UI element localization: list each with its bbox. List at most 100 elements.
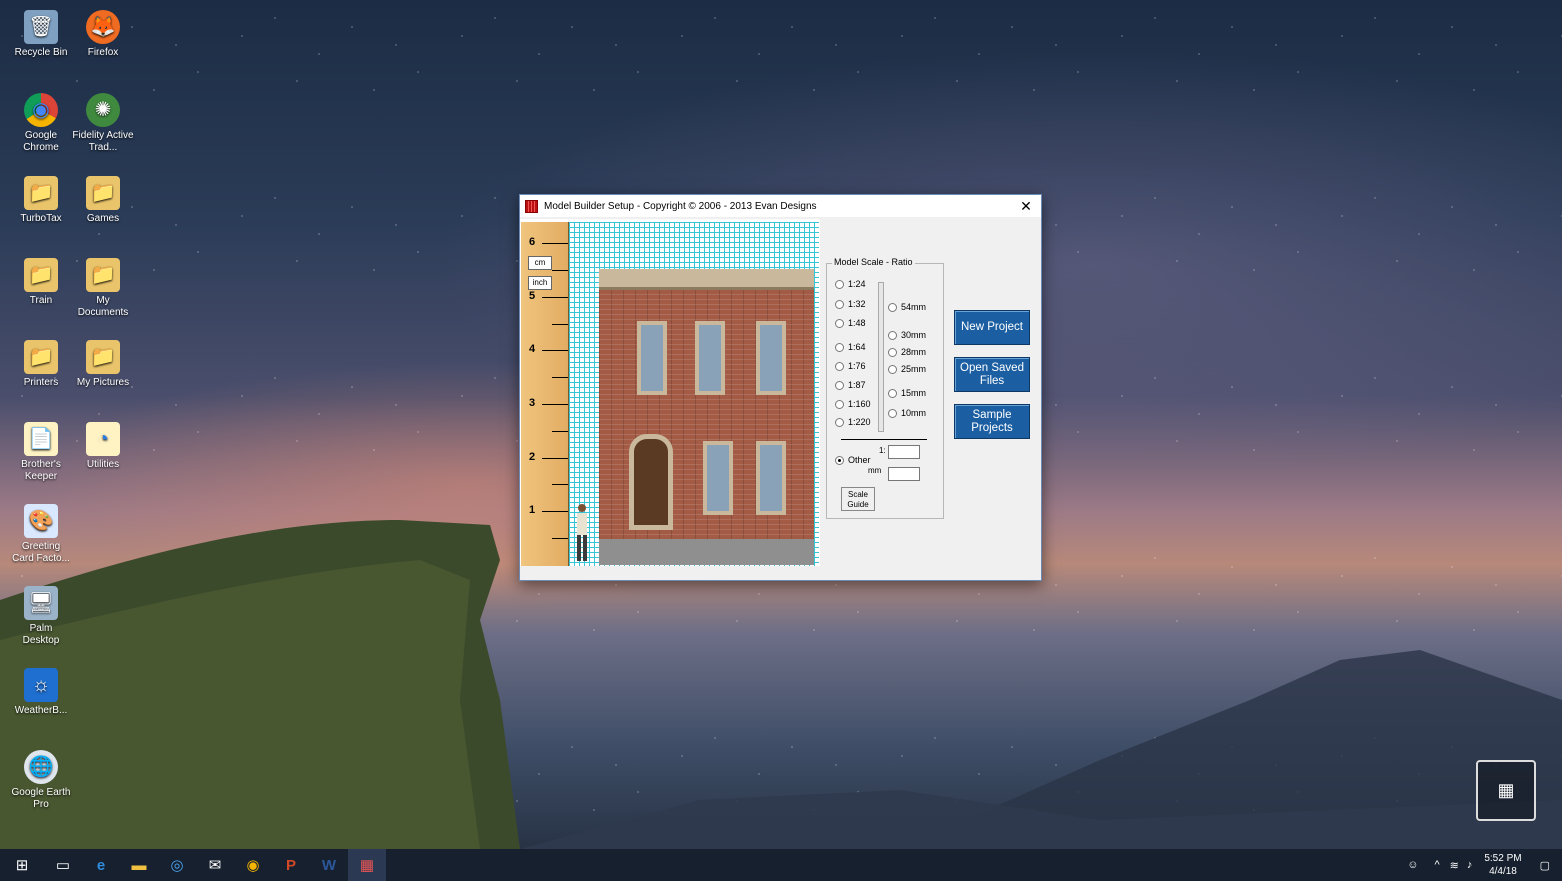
radio-dot-icon <box>835 380 844 390</box>
desktop-icon-label: Brother's Keeper <box>21 459 61 482</box>
document-icon: 📄 <box>24 422 58 456</box>
firefox-icon: 🦊 <box>86 10 120 44</box>
desktop-icon-recycle-bin[interactable]: 🗑 Recycle Bin <box>10 10 72 59</box>
radio-dot-icon <box>888 364 897 374</box>
desktop-icon-label: Recycle Bin <box>14 47 68 58</box>
word-icon[interactable]: W <box>310 849 348 881</box>
people-icon[interactable]: ☺ <box>1407 859 1418 871</box>
system-tray: ☺ ^ ≋ ♪ 5:52 PM 4/4/18 ▢ <box>1397 849 1562 881</box>
scale-guide-button[interactable]: Scale Guide <box>841 487 875 511</box>
tablet-keyboard-icon[interactable]: ▦ <box>1476 760 1536 821</box>
desktop-icon-my-pictures[interactable]: 📁 My Pictures <box>72 340 134 389</box>
desktop-icon-palm-desktop[interactable]: 🖥 Palm Desktop <box>10 586 72 647</box>
scale-radio-54mm[interactable]: 54mm <box>888 302 926 312</box>
desktop-icon-label: My Pictures <box>76 377 130 388</box>
building-preview-image <box>599 269 814 565</box>
scale-separator <box>841 439 927 440</box>
close-icon[interactable]: ✕ <box>1011 198 1041 215</box>
new-project-button[interactable]: New Project <box>954 310 1030 345</box>
model-scale-group: Model Scale - Ratio 1:24 1:32 1:48 1:64 … <box>826 257 944 519</box>
building-window <box>637 321 667 395</box>
desktop-icon-firefox[interactable]: 🦊 Firefox <box>72 10 134 59</box>
radio-label: 15mm <box>901 388 927 398</box>
desktop-icon-label: TurboTax <box>20 213 62 224</box>
desktop-icon-printers[interactable]: 📁 Printers <box>10 340 72 389</box>
scale-radio-1-32[interactable]: 1:32 <box>835 299 866 309</box>
scale-radio-1-220[interactable]: 1:220 <box>835 417 871 427</box>
edge-icon[interactable]: e <box>82 849 120 881</box>
unit-cm-button[interactable]: cm <box>528 256 552 270</box>
scale-radio-15mm[interactable]: 15mm <box>888 388 926 398</box>
desktop-icon-label: Greeting Card Facto... <box>12 541 70 564</box>
mail-icon[interactable]: ✉ <box>196 849 234 881</box>
app-icon <box>525 199 538 213</box>
clock[interactable]: 5:52 PM 4/4/18 <box>1484 852 1521 878</box>
scale-radio-25mm[interactable]: 25mm <box>888 364 926 374</box>
desktop-icon-label: Utilities <box>86 459 120 470</box>
scale-radio-28mm[interactable]: 28mm <box>888 347 926 357</box>
ruler-tick <box>552 484 568 485</box>
window-titlebar[interactable]: Model Builder Setup - Copyright © 2006 -… <box>520 195 1041 217</box>
desktop-icon-label: My Documents <box>77 295 129 318</box>
desktop-icon-games[interactable]: 📁 Games <box>72 176 134 225</box>
chevron-up-icon[interactable]: ^ <box>1434 859 1439 871</box>
desktop-icon-greeting-card[interactable]: 🎨 Greeting Card Facto... <box>10 504 72 565</box>
ratio-prefix-label: 1: <box>879 446 886 455</box>
ruler-tick <box>542 458 568 459</box>
scale-radio-1-64[interactable]: 1:64 <box>835 342 866 352</box>
model-builder-taskbar-icon[interactable]: ▦ <box>348 849 386 881</box>
safari-icon[interactable]: ◎ <box>158 849 196 881</box>
desktop-icon-train[interactable]: 📁 Train <box>10 258 72 307</box>
chrome-icon[interactable]: ◉ <box>234 849 272 881</box>
desktop-icon-google-chrome[interactable]: ◉ Google Chrome <box>10 93 72 154</box>
ruler-number: 5 <box>529 290 536 302</box>
ruler-number: 6 <box>529 236 536 248</box>
unit-inch-button[interactable]: inch <box>528 276 552 290</box>
radio-label: 30mm <box>901 330 927 340</box>
desktop-icon-weatherbug[interactable]: ☼ WeatherB... <box>10 668 72 717</box>
radio-label: 54mm <box>901 302 927 312</box>
scale-radio-30mm[interactable]: 30mm <box>888 330 926 340</box>
radio-dot-icon <box>835 299 844 309</box>
scale-radio-1-24[interactable]: 1:24 <box>835 279 866 289</box>
model-scale-group-label: Model Scale - Ratio <box>832 257 915 267</box>
wifi-icon[interactable]: ≋ <box>1450 859 1459 872</box>
ruler-number: 1 <box>529 504 536 516</box>
powerpoint-icon[interactable]: P <box>272 849 310 881</box>
scale-radio-10mm[interactable]: 10mm <box>888 408 926 418</box>
radio-label: Other <box>848 455 871 465</box>
chrome-icon: ◉ <box>24 93 58 127</box>
building-door <box>629 434 673 530</box>
scale-radio-1-76[interactable]: 1:76 <box>835 361 866 371</box>
google-earth-icon: 🌐 <box>24 750 58 784</box>
scale-radio-1-48[interactable]: 1:48 <box>835 318 866 328</box>
desktop-icon-google-earth-pro[interactable]: 🌐 Google Earth Pro <box>10 750 72 811</box>
volume-icon[interactable]: ♪ <box>1467 859 1473 871</box>
windows-start-icon[interactable]: ⊞ <box>0 849 44 881</box>
desktop-icon-my-documents[interactable]: 📁 My Documents <box>72 258 134 319</box>
ruler-tick <box>542 243 568 244</box>
utilities-icon: ◔ <box>86 422 120 456</box>
desktop-icon-fidelity[interactable]: ✺ Fidelity Active Trad... <box>72 93 134 154</box>
weatherbug-icon: ☼ <box>24 668 58 702</box>
radio-label: 1:160 <box>848 399 871 409</box>
custom-ratio-input[interactable] <box>888 445 920 459</box>
desktop-icon-turbotax[interactable]: 📁 TurboTax <box>10 176 72 225</box>
scale-radio-1-87[interactable]: 1:87 <box>835 380 866 390</box>
radio-dot-icon <box>835 399 844 409</box>
scale-radio-other[interactable]: Other <box>835 455 871 465</box>
clock-date: 4/4/18 <box>1489 866 1517 877</box>
window-title: Model Builder Setup - Copyright © 2006 -… <box>544 200 817 212</box>
radio-label: 1:220 <box>848 417 871 427</box>
desktop-icon-utilities[interactable]: ◔ Utilities <box>72 422 134 471</box>
sample-projects-button[interactable]: Sample Projects <box>954 404 1030 439</box>
clock-time: 5:52 PM <box>1484 853 1522 864</box>
scale-radio-1-160[interactable]: 1:160 <box>835 399 871 409</box>
custom-mm-input[interactable] <box>888 467 920 481</box>
recycle-bin-icon: 🗑 <box>24 10 58 44</box>
task-view-icon[interactable]: ▭ <box>44 849 82 881</box>
notifications-icon[interactable]: ▢ <box>1540 859 1550 872</box>
open-saved-files-button[interactable]: Open Saved Files <box>954 357 1030 392</box>
desktop-icon-brothers-keeper[interactable]: 📄 Brother's Keeper <box>10 422 72 483</box>
file-explorer-icon[interactable]: ▬ <box>120 849 158 881</box>
